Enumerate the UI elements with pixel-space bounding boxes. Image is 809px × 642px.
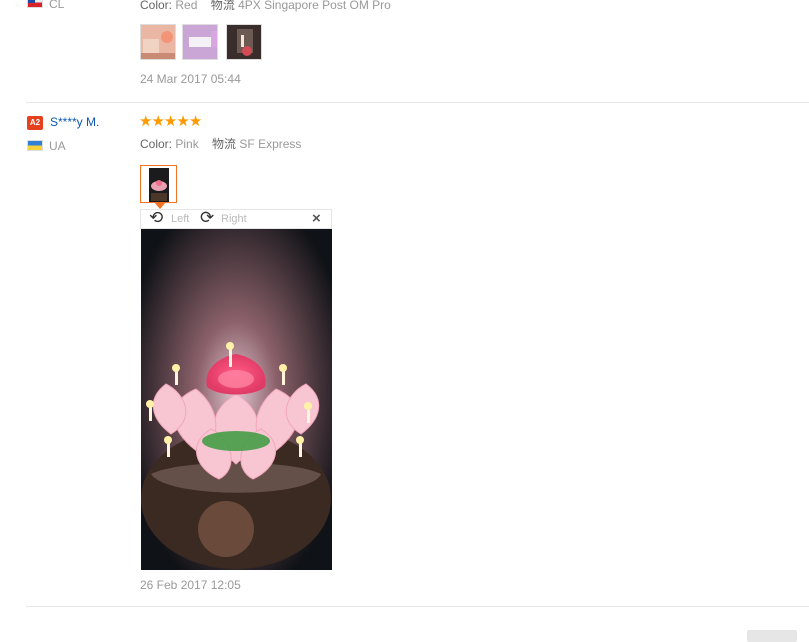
color-label: Color: bbox=[140, 137, 173, 151]
image-viewer-toolbar: ⟲ Left ⟳ Right × bbox=[140, 208, 332, 229]
review-photo-thumbnail[interactable] bbox=[140, 165, 177, 203]
photo-thumbnail-image bbox=[227, 25, 261, 59]
star-icon: ★ bbox=[163, 113, 177, 130]
star-icon: ★ bbox=[139, 113, 152, 130]
photo-thumbnail-image bbox=[183, 25, 217, 59]
star-icon: ★ bbox=[176, 113, 189, 130]
rotate-right-icon[interactable]: ⟳ bbox=[200, 208, 214, 228]
photo-thumbnail-image bbox=[141, 166, 176, 202]
close-viewer-button[interactable]: × bbox=[312, 210, 321, 227]
country-flag-icon bbox=[27, 0, 43, 8]
review-date: 24 Mar 2017 05:44 bbox=[140, 72, 241, 86]
star-rating: ★★★★★ bbox=[139, 112, 202, 131]
shipping-label: 物流 bbox=[212, 137, 237, 151]
pagination-button[interactable] bbox=[747, 630, 797, 642]
buyer-country: CL bbox=[49, 0, 65, 11]
review-date: 26 Feb 2017 12:05 bbox=[140, 578, 241, 592]
rotate-left-button[interactable]: Left bbox=[171, 213, 189, 225]
photo-thumbnail-image bbox=[141, 25, 175, 59]
shipping-label: 物流 bbox=[210, 0, 235, 12]
rotate-right-button[interactable]: Right bbox=[221, 213, 247, 225]
buyer-level-badge: A2 bbox=[27, 116, 43, 130]
cake-photo-image bbox=[141, 229, 332, 570]
shipping-value: SF Express bbox=[239, 137, 302, 151]
star-icon: ★ bbox=[188, 113, 202, 130]
buyer-name-link[interactable]: S****y M. bbox=[50, 115, 99, 129]
review-photo-thumbnail[interactable] bbox=[226, 24, 262, 60]
review-photo-thumbnail[interactable] bbox=[182, 24, 218, 60]
country-flag-icon bbox=[27, 140, 43, 151]
star-icon: ★ bbox=[151, 113, 164, 130]
rotate-left-icon[interactable]: ⟲ bbox=[149, 208, 163, 228]
review-photo-thumbnail[interactable] bbox=[140, 24, 176, 60]
review-divider bbox=[26, 102, 809, 103]
shipping-value: 4PX Singapore Post OM Pro bbox=[238, 0, 391, 12]
color-value: Red bbox=[175, 0, 198, 12]
review-divider bbox=[26, 606, 809, 607]
color-value: Pink bbox=[175, 137, 199, 151]
color-label: Color: bbox=[140, 0, 173, 12]
order-info: Color: Pink 物流 SF Express bbox=[140, 135, 301, 152]
order-info: Color: Red 物流 4PX Singapore Post OM Pro bbox=[140, 0, 391, 13]
buyer-country: UA bbox=[49, 139, 66, 153]
review-photo-enlarged[interactable] bbox=[141, 229, 332, 570]
